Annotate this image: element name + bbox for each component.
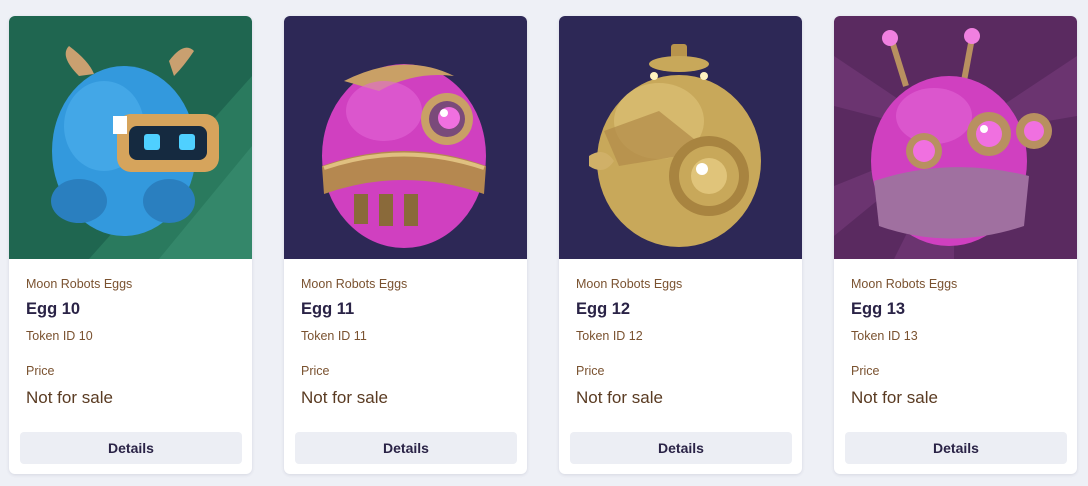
price-label: Price [576, 364, 605, 378]
gold-robot-egg-illustration [559, 16, 802, 259]
details-button[interactable]: Details [845, 432, 1067, 464]
nft-image-egg-11[interactable] [284, 16, 527, 259]
nft-title: Egg 10 [26, 300, 81, 318]
collection-name: Moon Robots Eggs [851, 277, 958, 291]
details-button[interactable]: Details [20, 432, 242, 464]
pink-antenna-robot-egg-illustration [834, 16, 1077, 259]
nft-image-egg-12[interactable] [559, 16, 802, 259]
nft-title: Egg 13 [851, 300, 906, 318]
pink-gold-robot-egg-illustration [284, 16, 527, 259]
nft-card[interactable]: Moon Robots Eggs Egg 10 Token ID 10 Pric… [9, 16, 252, 474]
token-id: Token ID 13 [851, 329, 918, 343]
nft-image-egg-13[interactable] [834, 16, 1077, 259]
collection-name: Moon Robots Eggs [576, 277, 683, 291]
nft-title: Egg 12 [576, 300, 631, 318]
price-label: Price [26, 364, 55, 378]
details-button[interactable]: Details [570, 432, 792, 464]
nft-card-grid: Moon Robots Eggs Egg 10 Token ID 10 Pric… [0, 0, 1088, 486]
token-id: Token ID 11 [301, 329, 367, 343]
token-id: Token ID 10 [26, 329, 93, 343]
collection-name: Moon Robots Eggs [301, 277, 408, 291]
price-label: Price [301, 364, 330, 378]
token-id: Token ID 12 [576, 329, 643, 343]
blue-robot-egg-illustration [9, 16, 252, 259]
price-value: Not for sale [851, 388, 938, 407]
price-value: Not for sale [301, 388, 388, 407]
nft-title: Egg 11 [301, 300, 355, 318]
details-button[interactable]: Details [295, 432, 517, 464]
price-value: Not for sale [576, 388, 663, 407]
collection-name: Moon Robots Eggs [26, 277, 133, 291]
nft-card[interactable]: Moon Robots Eggs Egg 12 Token ID 12 Pric… [559, 16, 802, 474]
nft-image-egg-10[interactable] [9, 16, 252, 259]
price-value: Not for sale [26, 388, 113, 407]
price-label: Price [851, 364, 880, 378]
nft-card[interactable]: Moon Robots Eggs Egg 13 Token ID 13 Pric… [834, 16, 1077, 474]
nft-card[interactable]: Moon Robots Eggs Egg 11 Token ID 11 Pric… [284, 16, 527, 474]
